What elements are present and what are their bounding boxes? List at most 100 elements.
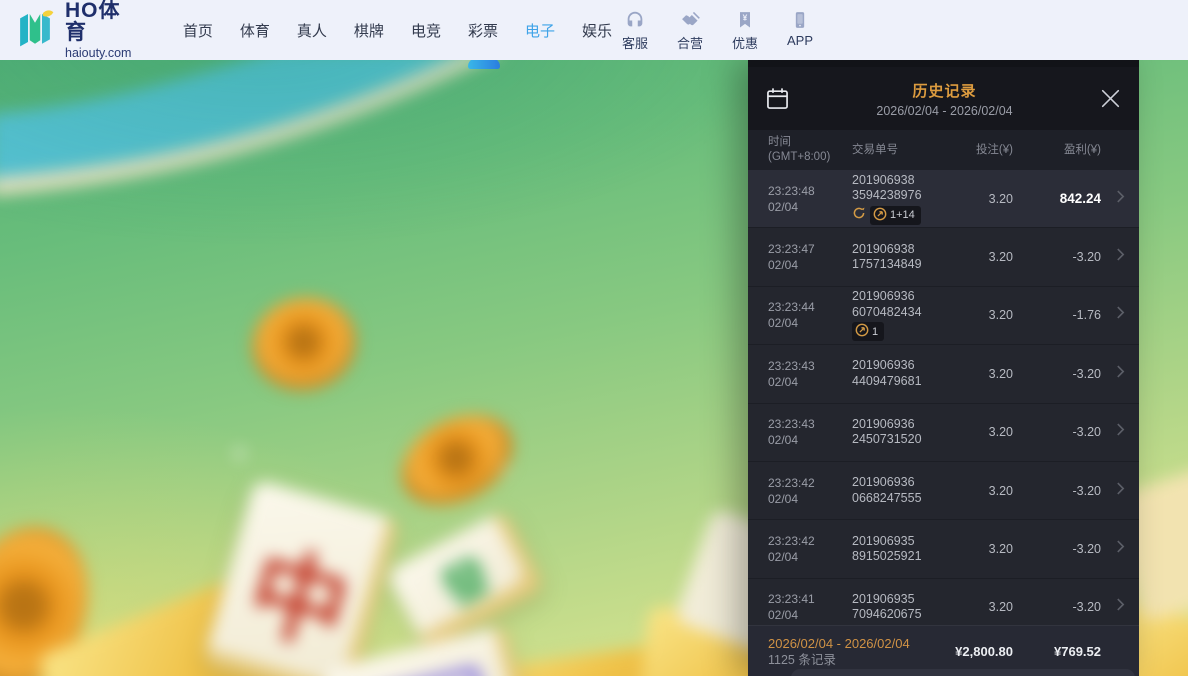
order-id-line2: 3594238976 (852, 188, 941, 204)
coupon-icon: ¥ (735, 8, 755, 31)
order-id-line1: 201906935 (852, 592, 941, 608)
table-row[interactable]: 23:23:4302/0420190693624507315203.20-3.2… (748, 404, 1139, 462)
logo-title: HO体育 (65, 0, 134, 44)
row-bet: 3.20 (941, 367, 1013, 381)
row-time: 23:23:4202/04 (768, 475, 852, 507)
row-detail-link[interactable] (1101, 248, 1139, 266)
panel-title: 历史记录 (791, 80, 1098, 101)
row-date-value: 02/04 (768, 549, 852, 565)
row-order: 2019069381757134849 (852, 242, 941, 273)
order-id-line2: 4409479681 (852, 374, 941, 390)
nav-item-1[interactable]: 首页 (180, 16, 216, 45)
row-date-value: 02/04 (768, 199, 852, 215)
table-row[interactable]: 23:23:4202/0420190693589150259213.20-3.2… (748, 520, 1139, 578)
row-date-value: 02/04 (768, 315, 852, 331)
row-profit: -3.20 (1013, 425, 1101, 439)
quick-link-客服[interactable]: 客服 (615, 8, 655, 52)
row-detail-link[interactable] (1101, 540, 1139, 558)
column-header-bet: 投注(¥) (941, 143, 1013, 158)
order-id-line1: 201906936 (852, 475, 941, 491)
nav-item-8[interactable]: 娱乐 (579, 16, 615, 45)
row-order: 2019069366070482434 1 (852, 289, 941, 341)
row-badges: 1+14 (852, 206, 941, 225)
bottom-sheet-handle[interactable] (791, 669, 1135, 676)
quick-link-APP[interactable]: APP (780, 8, 820, 52)
row-profit: -3.20 (1013, 250, 1101, 264)
row-time: 23:23:4402/04 (768, 299, 852, 331)
nav-item-5[interactable]: 电竞 (408, 16, 444, 45)
content-area: 中 發 (0, 60, 1188, 676)
site-logo[interactable]: HO体育 haiouty.com (14, 0, 134, 60)
quick-link-合营[interactable]: 合营 (670, 8, 710, 52)
nav-item-6[interactable]: 彩票 (465, 16, 501, 45)
row-time: 23:23:4202/04 (768, 533, 852, 565)
calendar-icon[interactable] (764, 85, 791, 112)
chevron-right-icon (1116, 482, 1125, 500)
table-row[interactable]: 23:23:4102/0420190693570946206753.20-3.2… (748, 579, 1139, 625)
row-profit: -3.20 (1013, 600, 1101, 614)
row-time: 23:23:4102/04 (768, 591, 852, 623)
close-icon[interactable] (1098, 86, 1123, 111)
headset-icon (624, 8, 646, 31)
row-time-value: 23:23:42 (768, 533, 852, 549)
row-bet: 3.20 (941, 542, 1013, 556)
table-header: 时间 (GMT+8:00) 交易单号 投注(¥) 盈利(¥) (748, 130, 1139, 170)
record-count: 1125 条记录 (768, 652, 941, 668)
row-detail-link[interactable] (1101, 423, 1139, 441)
app-root: HO体育 haiouty.com 首页体育真人棋牌电竞彩票电子娱乐 客服 合营 ¥ 优… (0, 0, 1188, 676)
zhong-glyph: 中 (234, 510, 367, 674)
column-header-profit: 盈利(¥) (1013, 143, 1101, 158)
bubble (342, 576, 351, 585)
quick-link-label: 客服 (622, 33, 648, 52)
row-detail-link[interactable] (1101, 365, 1139, 383)
order-id-line2: 6070482434 (852, 305, 941, 321)
row-time: 23:23:4302/04 (768, 416, 852, 448)
row-time-value: 23:23:43 (768, 416, 852, 432)
row-detail-link[interactable] (1101, 598, 1139, 616)
badge-label: 1 (872, 326, 878, 338)
row-time: 23:23:4702/04 (768, 241, 852, 273)
row-detail-link[interactable] (1101, 306, 1139, 324)
row-order: 2019069364409479681 (852, 358, 941, 389)
row-date-value: 02/04 (768, 607, 852, 623)
row-date-value: 02/04 (768, 374, 852, 390)
order-id-line2: 1757134849 (852, 257, 941, 273)
nav-item-7[interactable]: 电子 (522, 16, 558, 45)
row-detail-link[interactable] (1101, 190, 1139, 208)
active-tab-indicator (468, 60, 500, 69)
row-profit: -3.20 (1013, 484, 1101, 498)
mahjong-tile-fa: 發 (385, 510, 545, 651)
table-row[interactable]: 23:23:4202/0420190693606682475553.20-3.2… (748, 462, 1139, 520)
row-bet: 3.20 (941, 250, 1013, 264)
nav-item-2[interactable]: 体育 (237, 16, 273, 45)
phone-icon (790, 8, 810, 31)
row-bet: 3.20 (941, 308, 1013, 322)
row-order: 2019069362450731520 (852, 417, 941, 448)
table-row[interactable]: 23:23:4702/0420190693817571348493.20-3.2… (748, 228, 1139, 286)
row-bet: 3.20 (941, 484, 1013, 498)
main-nav: 首页体育真人棋牌电竞彩票电子娱乐 (180, 16, 615, 45)
row-date-value: 02/04 (768, 491, 852, 507)
gold-tile (36, 557, 361, 676)
row-time-value: 23:23:41 (768, 591, 852, 607)
row-detail-link[interactable] (1101, 482, 1139, 500)
nav-item-3[interactable]: 真人 (294, 16, 330, 45)
table-row[interactable]: 23:23:4802/0420190693835942389761+143.20… (748, 170, 1139, 228)
row-profit: -3.20 (1013, 367, 1101, 381)
total-bet: ¥2,800.80 (941, 644, 1013, 659)
svg-text:¥: ¥ (743, 13, 748, 23)
feature-badge: 1 (852, 322, 884, 341)
purple-frame (363, 664, 490, 676)
row-time-value: 23:23:44 (768, 299, 852, 315)
row-time-value: 23:23:48 (768, 183, 852, 199)
total-profit: ¥769.52 (1013, 644, 1101, 659)
table-row[interactable]: 23:23:4302/0420190693644094796813.20-3.2… (748, 345, 1139, 403)
quick-link-label: 优惠 (732, 33, 758, 52)
panel-top-strip (748, 60, 1139, 67)
history-panel: 历史记录 2026/02/04 - 2026/02/04 时间 (GMT+8:0… (748, 60, 1139, 676)
order-id-line1: 201906936 (852, 289, 941, 305)
row-bet: 3.20 (941, 425, 1013, 439)
quick-link-优惠[interactable]: ¥ 优惠 (725, 8, 765, 52)
nav-item-4[interactable]: 棋牌 (351, 16, 387, 45)
table-row[interactable]: 23:23:4402/04201906936607048243413.20-1.… (748, 287, 1139, 345)
